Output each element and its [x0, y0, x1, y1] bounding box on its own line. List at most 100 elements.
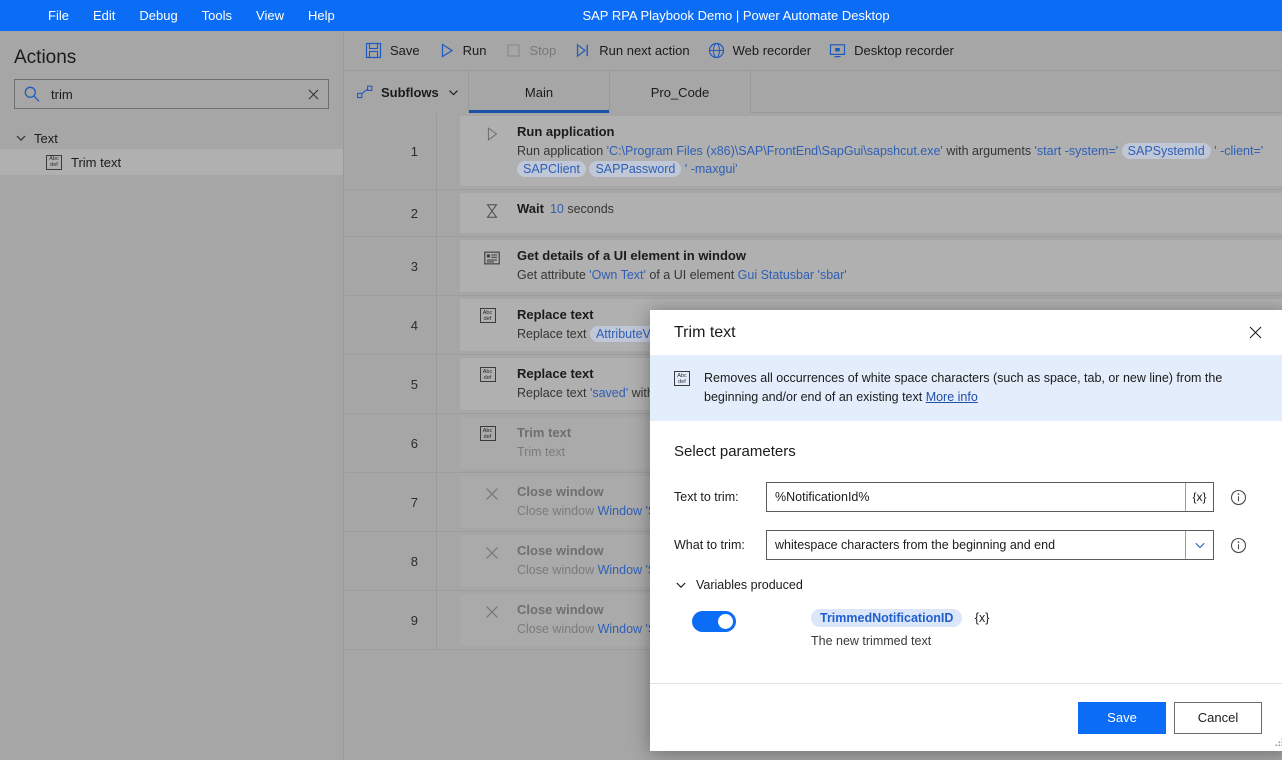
more-info-link[interactable]: More info [926, 390, 978, 404]
run-next-action-button[interactable]: Run next action [565, 37, 698, 65]
trim-text-dialog: Trim text Abc def Removes all occurrences… [650, 310, 1282, 751]
flow-plain-text: seconds [567, 202, 614, 216]
text-to-trim-input[interactable] [767, 483, 1185, 511]
subflows-label: Subflows [381, 84, 439, 100]
text-to-trim-control[interactable]: {x} [766, 482, 1214, 512]
actions-panel: Actions Text Abcdef Trim text [0, 31, 344, 760]
variables-produced-toggle-section[interactable]: Variables produced [674, 578, 1262, 592]
flow-row-body[interactable]: Wait 10 seconds [460, 193, 1282, 233]
tab-pro-code[interactable]: Pro_Code [610, 71, 751, 113]
play-outline-icon [482, 125, 502, 143]
info-icon[interactable] [1230, 537, 1247, 554]
subflows-dropdown[interactable]: Subflows [345, 71, 469, 113]
flow-plain-text: of a UI element [649, 268, 738, 282]
variable-enabled-toggle[interactable] [692, 611, 736, 632]
menu-help[interactable]: Help [296, 4, 347, 27]
flow-plain-text: Replace text [517, 386, 590, 400]
flow-row[interactable]: 3 Get details of a UI element in window Ge… [345, 237, 1282, 296]
actions-group-text[interactable]: Text [0, 127, 343, 149]
action-item-trim-text[interactable]: Abc def Trim text [0, 149, 343, 175]
tab-main[interactable]: Main [469, 71, 610, 113]
variables-produced-label: Variables produced [696, 578, 803, 592]
what-to-trim-select[interactable]: whitespace characters from the beginning… [766, 530, 1214, 560]
menu-file[interactable]: File [36, 4, 81, 27]
dialog-body: Select parameters Text to trim: {x} What… [650, 421, 1282, 683]
flow-row-text: Run application Run application 'C:\Progr… [517, 123, 1272, 178]
abc-def-icon: Abc def [479, 367, 502, 382]
flow-plain-text: Close window [517, 504, 598, 518]
flow-literal: Gui Statusbar 'sbar' [737, 268, 847, 282]
save-button[interactable]: Save [1078, 701, 1166, 734]
ui-element-icon [482, 249, 502, 267]
variable-picker-icon[interactable]: {x} [1185, 483, 1213, 511]
close-icon[interactable] [1240, 318, 1270, 348]
produced-variable-name[interactable]: TrimmedNotificationID [811, 609, 963, 627]
abc-def-icon: Abc def [479, 426, 502, 441]
cancel-button[interactable]: Cancel [1174, 701, 1262, 734]
close-icon[interactable] [304, 85, 322, 103]
chevron-down-icon [14, 131, 28, 145]
run-button[interactable]: Run [429, 37, 496, 65]
flow-row-body[interactable]: Run application Run application 'C:\Progr… [460, 116, 1282, 186]
actions-tree: Text Abc def Trim text [0, 127, 343, 175]
field-text-to-trim: Text to trim: {x} [674, 482, 1262, 512]
flow-row-number: 6 [345, 414, 437, 472]
close-icon [482, 603, 502, 621]
desktop-recorder-button[interactable]: Desktop recorder [820, 37, 963, 65]
dialog-title: Trim text [674, 323, 736, 341]
info-icon[interactable] [1230, 489, 1247, 506]
flow-row[interactable]: 2 Wait 10 seconds [345, 190, 1282, 237]
dialog-footer: Save Cancel [650, 683, 1282, 751]
toolbar-button-label: Desktop recorder [854, 43, 954, 58]
produced-variable-description: The new trimmed text [811, 634, 932, 648]
flow-row-number: 9 [345, 591, 437, 649]
flow-plain-text: with arguments [946, 144, 1035, 158]
save-button[interactable]: Save [356, 37, 429, 65]
menu-view[interactable]: View [244, 4, 296, 27]
actions-heading: Actions [14, 47, 77, 68]
flow-plain-text: Close window [517, 622, 598, 636]
toolbar-button-label: Run next action [599, 43, 690, 58]
flow-literal: 'Own Text' [589, 268, 646, 282]
power-automate-desktop-window: File Edit Debug Tools View Help SAP RPA Playb… [0, 0, 1282, 760]
flow-literal: ' -maxgui' [684, 162, 738, 176]
save-icon [365, 42, 382, 59]
flow-row-body[interactable]: Get details of a UI element in window Get… [460, 240, 1282, 292]
toolbar-button-label: Save [390, 43, 420, 58]
web-recorder-button[interactable]: Web recorder [699, 37, 821, 65]
abc-def-icon: Abc def [479, 308, 502, 323]
toggle-knob [718, 614, 733, 629]
flow-row[interactable]: 1 Run application Run application 'C:\Prog… [345, 113, 1282, 190]
flow-row-number: 7 [345, 473, 437, 531]
toolbar-button-label: Run [462, 43, 487, 58]
menu-tools[interactable]: Tools [190, 4, 244, 27]
flow-literal: 'C:\Program Files (x86)\SAP\FrontEnd\Sap… [606, 144, 943, 158]
search-icon [23, 85, 41, 103]
dialog-description-text: Removes all occurrences of white space c… [704, 369, 1262, 407]
toolbar-button-label: Stop [529, 43, 557, 58]
chevron-down-icon [674, 578, 688, 592]
dialog-description-banner: Abc def Removes all occurrences of white … [650, 355, 1282, 421]
actions-search-box[interactable] [14, 79, 329, 109]
flow-row-number: 5 [345, 355, 437, 413]
globe-icon [708, 42, 725, 59]
dialog-header: Trim text [650, 310, 1282, 355]
chevron-down-icon[interactable] [1185, 531, 1213, 559]
menu-edit[interactable]: Edit [81, 4, 127, 27]
tab-strip: Subflows Main Pro_Code [345, 71, 1282, 113]
abc-def-icon: Abc def [46, 154, 62, 170]
field-what-to-trim: What to trim: whitespace characters from… [674, 530, 1262, 560]
flow-row-subtitle: Run application 'C:\Program Files (x86)\… [517, 142, 1272, 178]
flow-plain-text: Get attribute [517, 268, 590, 282]
produced-variable-row: TrimmedNotificationID {x} The new trimme… [674, 609, 1262, 648]
stop-button: Stop [496, 37, 566, 65]
resize-grip[interactable] [1273, 735, 1282, 747]
flow-plain-text: Run application [517, 144, 607, 158]
tab-strip-filler [751, 71, 1282, 113]
stop-icon [505, 42, 522, 59]
flow-variable-chip: SAPPassword [589, 161, 682, 177]
flow-row-number: 8 [345, 532, 437, 590]
search-input[interactable] [41, 86, 304, 102]
menu-debug[interactable]: Debug [127, 4, 189, 27]
produced-variable-header: TrimmedNotificationID {x} [811, 609, 989, 627]
